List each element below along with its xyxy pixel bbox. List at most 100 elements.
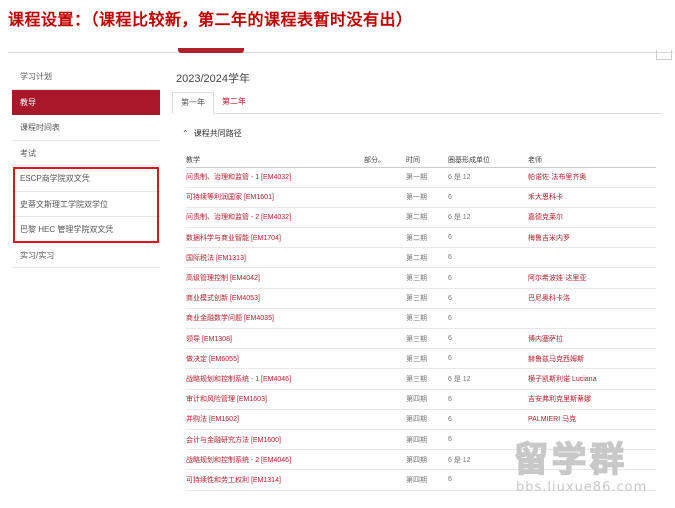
top-nav-indicator bbox=[178, 48, 244, 53]
table-row: 可持续等利润国家 [EM1601] 第一期 6 禾大恩科卡 bbox=[186, 187, 656, 208]
sidebar-item[interactable]: 考试 bbox=[12, 140, 160, 166]
cell-part bbox=[364, 247, 406, 269]
table-row: 战略规划和控制系统 - 1 [EM4046] 第三期 6 是 12 横子凯斯利诺 Lu… bbox=[186, 368, 656, 390]
course-link[interactable]: 可持续等利润国家 [EM1601] bbox=[186, 187, 364, 208]
cell-credits: 6 是 12 bbox=[448, 368, 528, 390]
sidebar: 学习计划 教导 课程时间表 考试 ESCP商学院双文凭 史蒂文斯理工学院双学位 巴黎 HEC… bbox=[12, 64, 160, 268]
cell-term: 第四期 bbox=[406, 389, 448, 410]
cell-term: 第四期 bbox=[406, 409, 448, 430]
teacher-link[interactable]: 嘉德克莱尔 bbox=[528, 207, 656, 229]
teacher-link bbox=[528, 247, 656, 269]
cell-term: 第二期 bbox=[406, 227, 448, 249]
cell-part bbox=[364, 167, 406, 188]
course-link[interactable]: 高级管理控制 [EM4042] bbox=[186, 267, 364, 289]
teacher-link bbox=[528, 429, 656, 451]
section-toggle[interactable]: ⌃ 课程共同路径 bbox=[182, 128, 662, 139]
table-row: 审计和风险管理 [EM1603] 第四期 6 吉安弗利克里斯蒂娜 bbox=[186, 389, 656, 410]
cell-part bbox=[364, 409, 406, 430]
cell-credits: 6 bbox=[448, 227, 528, 249]
tab-year-2[interactable]: 第二年 bbox=[214, 92, 254, 113]
cell-part bbox=[364, 429, 406, 451]
sidebar-item[interactable]: 实习/实习 bbox=[12, 242, 160, 268]
year-tabs: 第一年 第二年 bbox=[172, 92, 662, 114]
cell-part bbox=[364, 469, 406, 491]
table-row: 问责制、治理和监管 - 1 [EM4032] 第一期 6 是 12 帕诺佐·法布里齐奥 bbox=[186, 167, 656, 188]
cell-credits: 6 bbox=[448, 247, 528, 269]
course-link[interactable]: 问责制、治理和监管 - 1 [EM4032] bbox=[186, 167, 364, 188]
teacher-link bbox=[528, 449, 656, 471]
course-link[interactable]: 战略规划和控制系统 - 2 [EM4046] bbox=[186, 449, 364, 471]
sidebar-item[interactable]: 巴黎 HEC 管理学院双文凭 bbox=[12, 217, 160, 243]
cell-term: 第三期 bbox=[406, 348, 448, 370]
course-link[interactable]: 可持续性和劳工权利 [EM1314] bbox=[186, 469, 364, 491]
course-link[interactable]: 并购法 [EM1602] bbox=[186, 409, 364, 430]
sidebar-item[interactable]: 学习计划 bbox=[12, 64, 160, 90]
table-row: 并购法 [EM1602] 第四期 6 PALMIERI 马克 bbox=[186, 409, 656, 430]
cell-term: 第四期 bbox=[406, 469, 448, 491]
course-link[interactable]: 审计和风险管理 [EM1603] bbox=[186, 389, 364, 410]
cell-credits: 6 bbox=[448, 267, 528, 289]
header-part: 部分。 bbox=[364, 153, 406, 168]
course-link[interactable]: 国际税法 [EM1313] bbox=[186, 247, 364, 269]
main-content: 2023/2024学年 第一年 第二年 ⌃ 课程共同路径 教学 部分。 时间 圈基… bbox=[172, 66, 662, 491]
teacher-link bbox=[528, 469, 656, 491]
tab-year-1[interactable]: 第一年 bbox=[172, 92, 214, 114]
cell-part bbox=[364, 348, 406, 370]
table-row: 问责制、治理和监管 - 2 [EM4032] 第二期 6 是 12 嘉德克莱尔 bbox=[186, 207, 656, 229]
teacher-link[interactable]: 赫鲁兹马克西姆斯 bbox=[528, 348, 656, 370]
cell-part bbox=[364, 389, 406, 410]
teacher-link[interactable]: PALMIERI 马克 bbox=[528, 409, 656, 430]
header-credits: 圈基形成单位 bbox=[448, 153, 528, 168]
cell-credits: 6 bbox=[448, 389, 528, 410]
teacher-link[interactable]: 帕诺佐·法布里齐奥 bbox=[528, 167, 656, 188]
course-link[interactable]: 商业金融数学问题 [EM4035] bbox=[186, 308, 364, 330]
cell-term: 第三期 bbox=[406, 368, 448, 390]
teacher-link[interactable]: 禾大恩科卡 bbox=[528, 187, 656, 208]
course-link[interactable]: 问责制、治理和监管 - 2 [EM4032] bbox=[186, 207, 364, 229]
teacher-link[interactable]: 巴尼奥科卡洛 bbox=[528, 288, 656, 309]
cell-credits: 6 bbox=[448, 348, 528, 370]
sidebar-item[interactable]: 史蒂文斯理工学院双学位 bbox=[12, 191, 160, 217]
course-link[interactable]: 会计与金融研究方法 [EM1600] bbox=[186, 429, 364, 451]
teacher-link[interactable]: 横子凯斯利诺 Luciana bbox=[528, 368, 656, 390]
table-header-row: 教学 部分。 时间 圈基形成单位 老师 bbox=[186, 153, 656, 168]
top-divider bbox=[8, 52, 673, 53]
cell-credits: 6 是 12 bbox=[448, 207, 528, 229]
top-corner-box bbox=[656, 50, 672, 60]
table-row: 可持续性和劳工权利 [EM1314] 第四期 6 bbox=[186, 469, 656, 491]
course-link[interactable]: 领导 [EM1308] bbox=[186, 328, 364, 350]
sidebar-item[interactable]: 教导 bbox=[12, 89, 160, 115]
cell-term: 第二期 bbox=[406, 247, 448, 269]
cell-part bbox=[364, 368, 406, 390]
sidebar-item[interactable]: ESCP商学院双文凭 bbox=[12, 166, 160, 192]
teacher-link bbox=[528, 308, 656, 330]
cell-part bbox=[364, 449, 406, 471]
academic-year: 2023/2024学年 bbox=[176, 73, 250, 85]
table-row: 商业模式创新 [EM4053] 第三期 6 巴尼奥科卡洛 bbox=[186, 288, 656, 309]
cell-term: 第三期 bbox=[406, 267, 448, 289]
course-link[interactable]: 战略规划和控制系统 - 1 [EM4046] bbox=[186, 368, 364, 390]
teacher-link[interactable]: 博内塞萨拉 bbox=[528, 328, 656, 350]
course-link[interactable]: 商业模式创新 [EM4053] bbox=[186, 288, 364, 309]
cell-term: 第一期 bbox=[406, 167, 448, 188]
cell-part bbox=[364, 207, 406, 229]
cell-credits: 6 bbox=[448, 409, 528, 430]
teacher-link[interactable]: 梅鲁吉米内罗 bbox=[528, 227, 656, 249]
cell-part bbox=[364, 328, 406, 350]
table-row: 高级管理控制 [EM4042] 第三期 6 阿尔希波娃·达里亚 bbox=[186, 267, 656, 289]
cell-term: 第三期 bbox=[406, 288, 448, 309]
cell-part bbox=[364, 187, 406, 208]
table-row: 会计与金融研究方法 [EM1600] 第四期 6 bbox=[186, 429, 656, 451]
sidebar-item[interactable]: 课程时间表 bbox=[12, 115, 160, 141]
table-row: 战略规划和控制系统 - 2 [EM4046] 第四期 6 是 12 bbox=[186, 449, 656, 471]
cell-credits: 6 bbox=[448, 288, 528, 309]
header-teacher: 老师 bbox=[528, 153, 656, 168]
header-course: 教学 bbox=[186, 153, 364, 168]
teacher-link[interactable]: 阿尔希波娃·达里亚 bbox=[528, 267, 656, 289]
cell-credits: 6 bbox=[448, 469, 528, 491]
teacher-link[interactable]: 吉安弗利克里斯蒂娜 bbox=[528, 389, 656, 410]
cell-credits: 6 是 12 bbox=[448, 449, 528, 471]
course-link[interactable]: 做决定 [EM6055] bbox=[186, 348, 364, 370]
course-link[interactable]: 数据科学与商业智能 [EM1704] bbox=[186, 227, 364, 249]
cell-term: 第三期 bbox=[406, 328, 448, 350]
